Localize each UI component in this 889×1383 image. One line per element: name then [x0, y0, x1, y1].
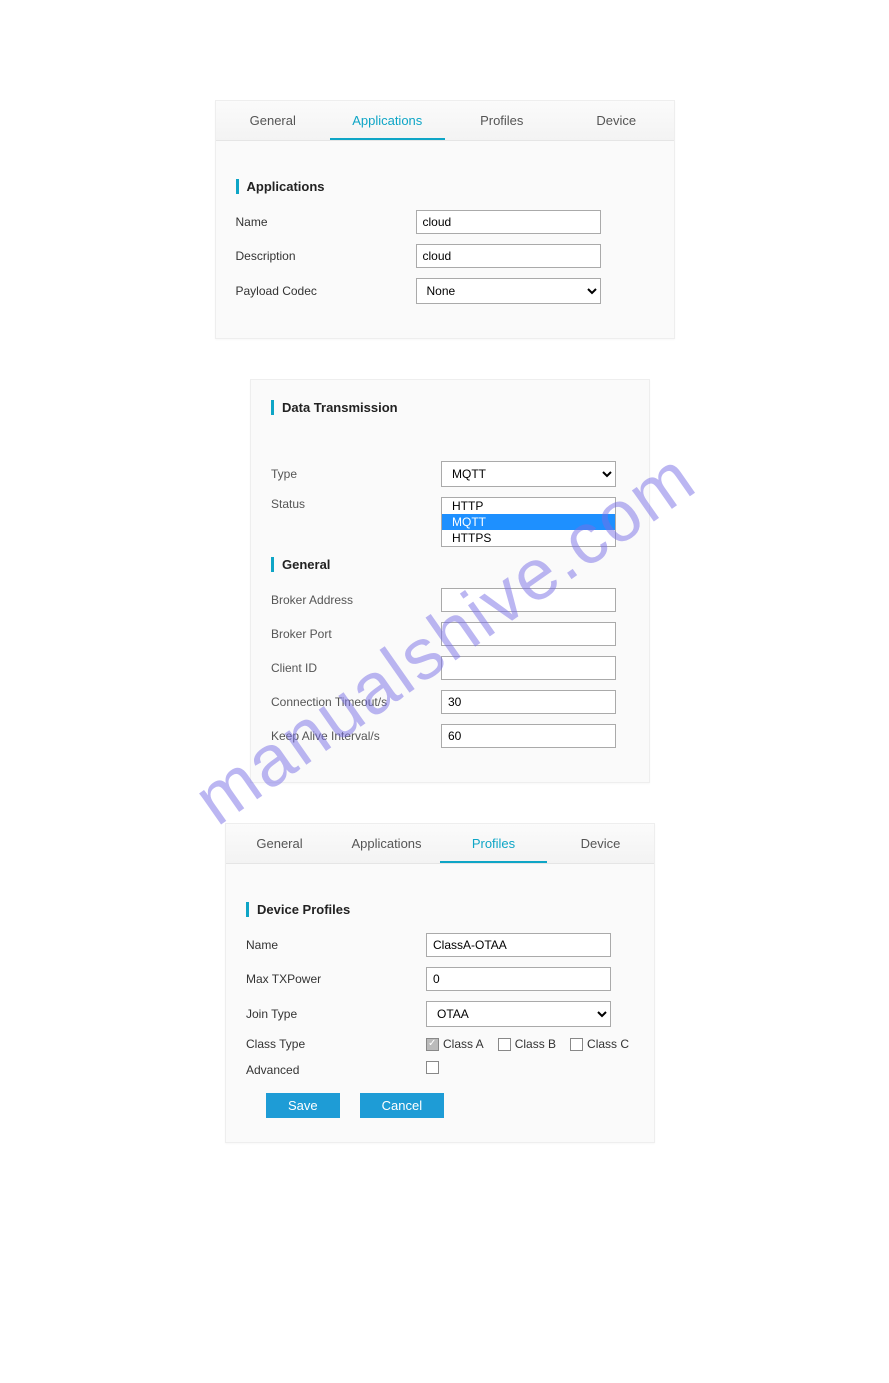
class-c-text: Class C: [587, 1037, 629, 1051]
description-input[interactable]: [416, 244, 601, 268]
broker-port-label: Broker Port: [271, 627, 441, 641]
data-transmission-panel: Data Transmission Type MQTT Status HTTP …: [250, 379, 650, 783]
general-title: General: [271, 557, 629, 572]
tab-applications[interactable]: Applications: [330, 101, 445, 140]
client-id-input[interactable]: [441, 656, 616, 680]
device-profiles-panel: General Applications Profiles Device Dev…: [225, 823, 655, 1143]
connection-timeout-label: Connection Timeout/s: [271, 695, 441, 709]
txpower-input[interactable]: [426, 967, 611, 991]
device-profiles-title: Device Profiles: [246, 902, 634, 917]
dropdown-option-https[interactable]: HTTPS: [442, 530, 615, 546]
class-b-checkbox[interactable]: Class B: [498, 1037, 556, 1051]
tab-bar-1: General Applications Profiles Device: [216, 101, 674, 141]
broker-address-label: Broker Address: [271, 593, 441, 607]
tab3-general[interactable]: General: [226, 824, 333, 863]
applications-title: Applications: [236, 179, 654, 194]
join-type-select[interactable]: OTAA: [426, 1001, 611, 1027]
status-label: Status: [271, 497, 441, 511]
profile-name-label: Name: [246, 938, 426, 952]
class-type-label: Class Type: [246, 1037, 426, 1051]
profile-name-input[interactable]: [426, 933, 611, 957]
type-select[interactable]: MQTT: [441, 461, 616, 487]
applications-panel: General Applications Profiles Device App…: [215, 100, 675, 339]
join-type-label: Join Type: [246, 1007, 426, 1021]
class-a-checkbox[interactable]: Class A: [426, 1037, 484, 1051]
keep-alive-label: Keep Alive Interval/s: [271, 729, 441, 743]
connection-timeout-input[interactable]: [441, 690, 616, 714]
class-c-checkbox[interactable]: Class C: [570, 1037, 629, 1051]
checkbox-icon: [570, 1038, 583, 1051]
data-transmission-title: Data Transmission: [271, 400, 629, 415]
advanced-checkbox[interactable]: [426, 1061, 439, 1074]
save-button[interactable]: Save: [266, 1093, 340, 1118]
tab-bar-3: General Applications Profiles Device: [226, 824, 654, 864]
checkbox-icon: [426, 1038, 439, 1051]
name-label: Name: [236, 215, 416, 229]
tab-profiles[interactable]: Profiles: [445, 101, 560, 140]
tab-general[interactable]: General: [216, 101, 331, 140]
advanced-label: Advanced: [246, 1063, 426, 1077]
class-a-text: Class A: [443, 1037, 484, 1051]
description-label: Description: [236, 249, 416, 263]
payload-codec-label: Payload Codec: [236, 284, 416, 298]
dropdown-option-http[interactable]: HTTP: [442, 498, 615, 514]
tab3-profiles[interactable]: Profiles: [440, 824, 547, 863]
name-input[interactable]: [416, 210, 601, 234]
dropdown-option-mqtt[interactable]: MQTT: [442, 514, 615, 530]
checkbox-icon: [498, 1038, 511, 1051]
class-b-text: Class B: [515, 1037, 556, 1051]
type-dropdown-open: HTTP MQTT HTTPS: [441, 497, 616, 547]
client-id-label: Client ID: [271, 661, 441, 675]
payload-codec-select[interactable]: None: [416, 278, 601, 304]
keep-alive-input[interactable]: [441, 724, 616, 748]
cancel-button[interactable]: Cancel: [360, 1093, 444, 1118]
tab3-applications[interactable]: Applications: [333, 824, 440, 863]
type-label: Type: [271, 467, 441, 481]
broker-address-input[interactable]: [441, 588, 616, 612]
broker-port-input[interactable]: [441, 622, 616, 646]
tab-device[interactable]: Device: [559, 101, 674, 140]
tab3-device[interactable]: Device: [547, 824, 654, 863]
txpower-label: Max TXPower: [246, 972, 426, 986]
